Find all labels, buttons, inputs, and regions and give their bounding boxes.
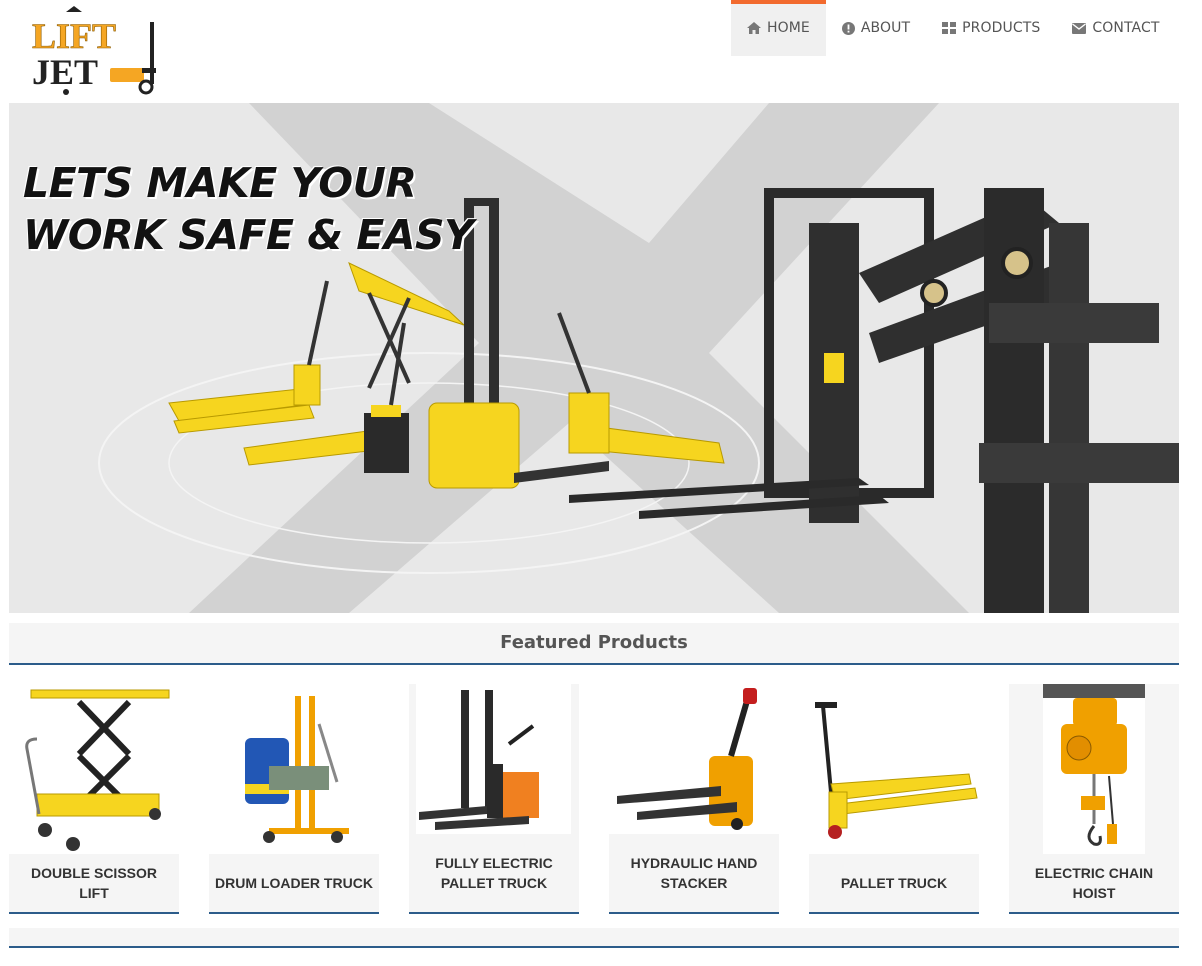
product-image-pallet-truck[interactable] xyxy=(809,684,979,854)
featured-products-title: Featured Products xyxy=(500,632,688,653)
hero-banner[interactable]: LETS MAKE YOUR WORK SAFE & EASY xyxy=(9,103,1179,613)
product-card-hydraulic-hand-stacker[interactable]: HYDRAULIC HAND STACKER xyxy=(609,684,779,916)
nav-home-label: HOME xyxy=(767,20,810,36)
product-card-pallet-truck[interactable]: PALLET TRUCK xyxy=(809,684,979,916)
section-divider xyxy=(9,928,1179,948)
nav-products-label: PRODUCTS xyxy=(962,20,1041,36)
product-name-drum-loader-truck[interactable]: DRUM LOADER TRUCK xyxy=(209,854,379,914)
nav-about[interactable]: ABOUT xyxy=(826,0,926,56)
product-card-drum-loader-truck[interactable]: DRUM LOADER TRUCK xyxy=(209,684,379,916)
logo-text-jet: JET xyxy=(32,52,98,92)
product-name-electric-chain-hoist[interactable]: ELECTRIC CHAIN HOIST xyxy=(1009,854,1179,914)
product-card-double-scissor-lift[interactable]: DOUBLE SCISSOR LIFT xyxy=(9,684,179,916)
nav-products[interactable]: PRODUCTS xyxy=(926,0,1056,56)
product-name-fully-electric-pallet-truck[interactable]: FULLY ELECTRIC PALLET TRUCK xyxy=(409,834,579,914)
product-card-electric-chain-hoist[interactable]: ELECTRIC CHAIN HOIST xyxy=(1009,684,1179,916)
hero-headline-line1: LETS MAKE YOUR xyxy=(23,159,417,207)
hero-headline: LETS MAKE YOUR WORK SAFE & EASY xyxy=(23,157,474,261)
nav-home[interactable]: HOME xyxy=(731,0,826,56)
product-name-pallet-truck[interactable]: PALLET TRUCK xyxy=(809,854,979,914)
hero-headline-line2: WORK SAFE & EASY xyxy=(23,211,474,259)
product-image-hydraulic-hand-stacker[interactable] xyxy=(609,684,779,834)
info-circle-icon xyxy=(841,21,855,35)
nav-contact[interactable]: CONTACT xyxy=(1056,0,1175,56)
product-name-double-scissor-lift[interactable]: DOUBLE SCISSOR LIFT xyxy=(9,854,179,914)
product-image-fully-electric-pallet-truck[interactable] xyxy=(409,684,579,834)
main-nav: HOME ABOUT PRODUCTS CONTACT xyxy=(731,0,1175,56)
nav-contact-label: CONTACT xyxy=(1092,20,1160,36)
home-icon xyxy=(747,22,761,34)
product-image-drum-loader-truck[interactable] xyxy=(209,684,379,854)
envelope-icon xyxy=(1072,22,1087,34)
grid-icon xyxy=(942,22,957,34)
featured-products-header: Featured Products xyxy=(9,623,1179,665)
site-logo[interactable]: LIFT JET xyxy=(30,6,160,96)
product-image-double-scissor-lift[interactable] xyxy=(9,684,179,854)
nav-about-label: ABOUT xyxy=(860,20,911,36)
logo-text-lift: LIFT xyxy=(32,16,116,56)
product-image-electric-chain-hoist[interactable] xyxy=(1009,684,1179,854)
product-name-hydraulic-hand-stacker[interactable]: HYDRAULIC HAND STACKER xyxy=(609,834,779,914)
product-card-fully-electric-pallet-truck[interactable]: FULLY ELECTRIC PALLET TRUCK xyxy=(409,684,579,916)
